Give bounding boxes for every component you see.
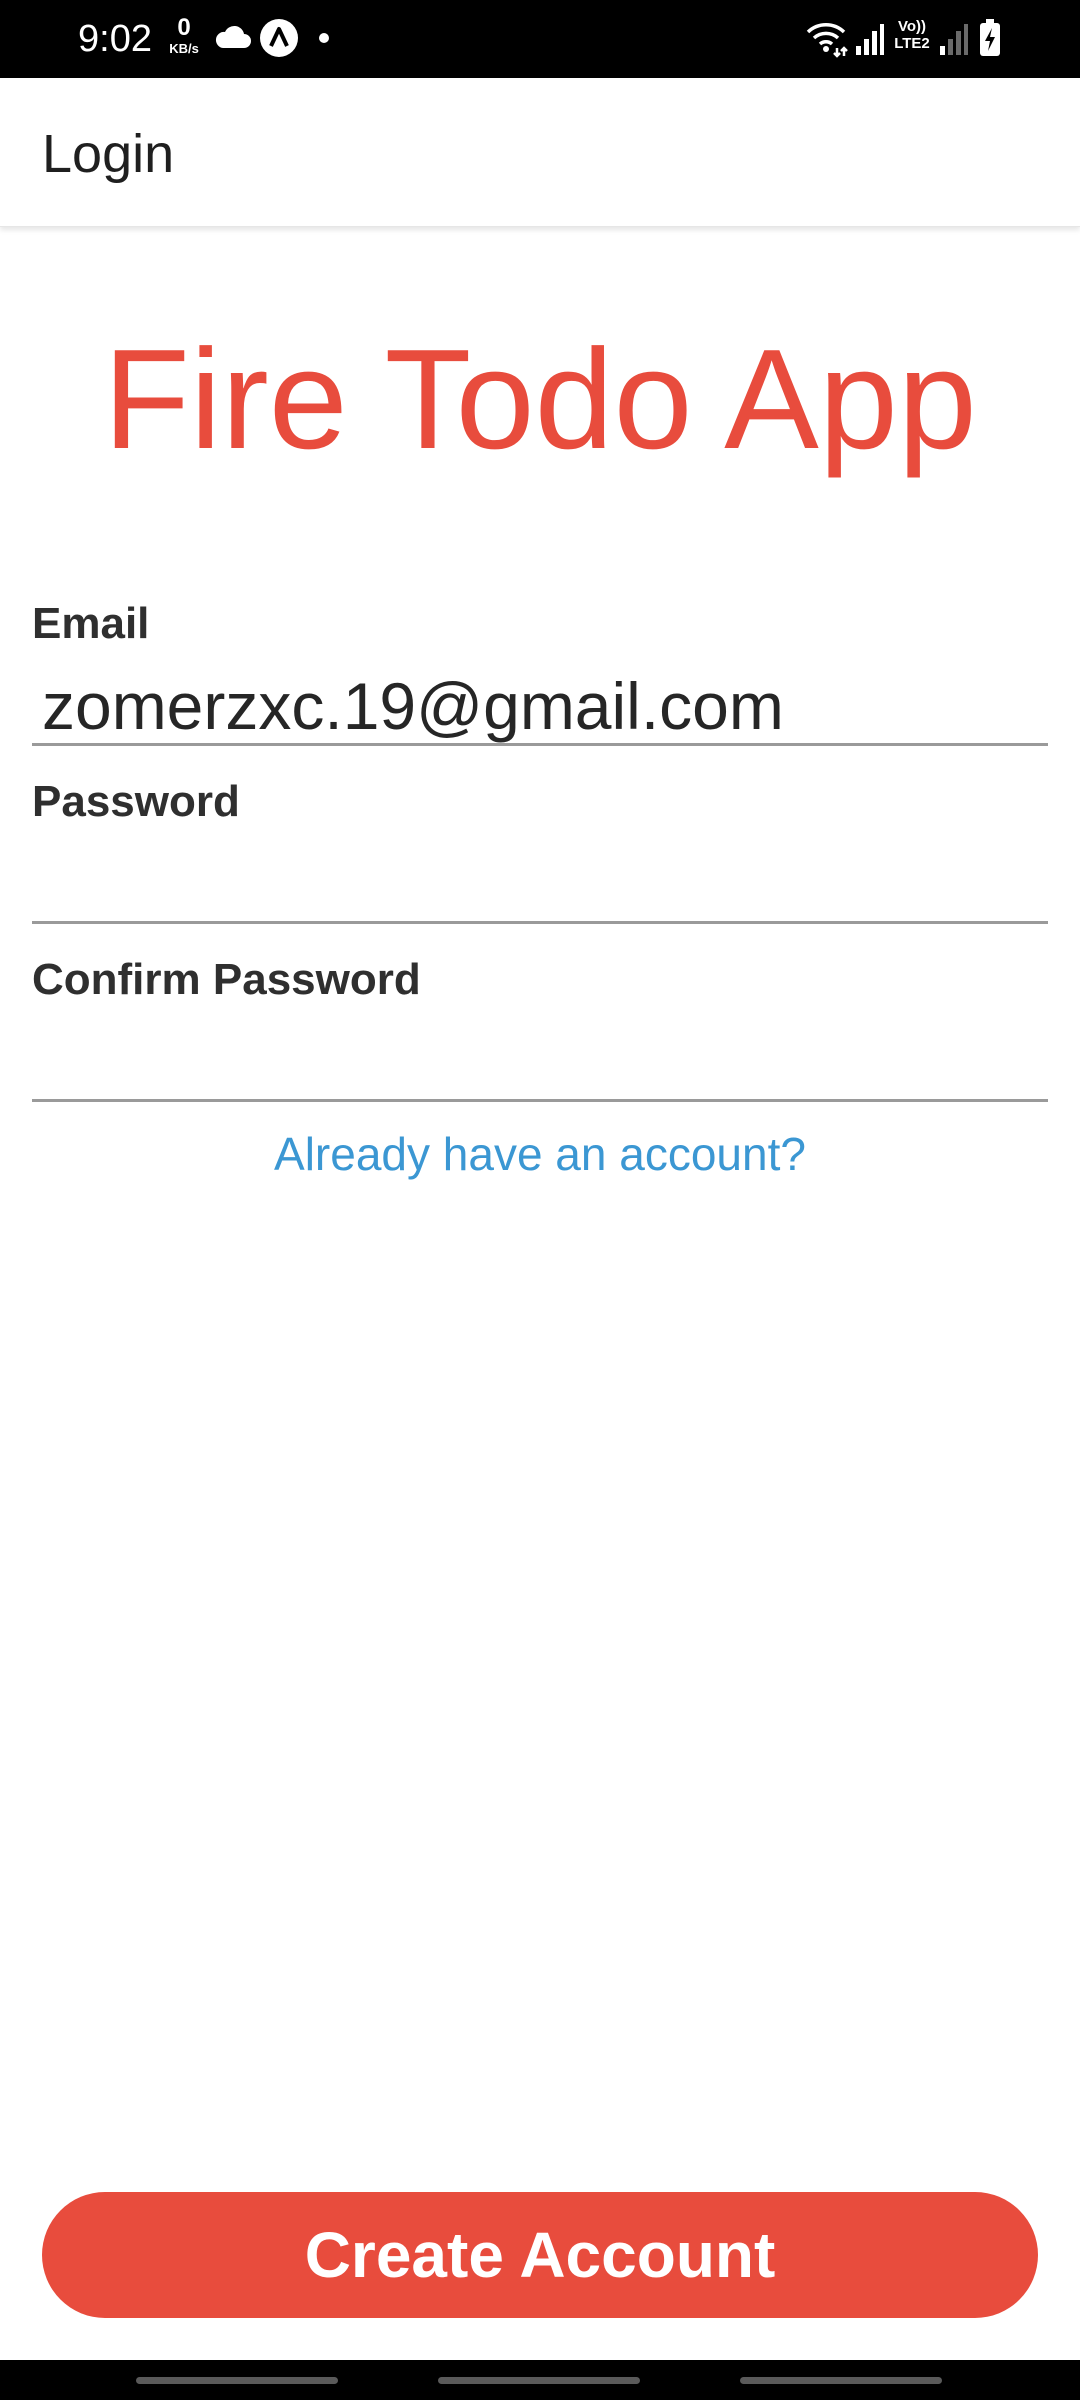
network-speed: 0 KB/s (162, 14, 206, 56)
status-bar: 9:02 0 KB/s Vo)) LTE2 (0, 0, 1080, 78)
app-bar-title: Login (42, 124, 175, 184)
confirm-password-input[interactable] (32, 1024, 1048, 1102)
battery-charging-icon (980, 19, 1000, 56)
create-account-button[interactable]: Create Account (42, 2192, 1038, 2318)
nav-recents-indicator[interactable] (136, 2377, 338, 2384)
email-input[interactable] (32, 668, 1048, 746)
volte-label-top: Vo)) (897, 18, 927, 35)
nav-back-indicator[interactable] (740, 2377, 942, 2384)
signal-icon (856, 24, 884, 55)
password-input[interactable] (32, 846, 1048, 924)
wifi-icon (806, 23, 848, 58)
status-time: 9:02 (78, 18, 152, 60)
volte-label: Vo)) LTE2 (890, 18, 934, 52)
dot-icon (319, 33, 329, 43)
network-speed-unit: KB/s (169, 41, 199, 56)
app-notification-icon (260, 19, 298, 57)
email-label: Email (32, 599, 150, 648)
cloud-icon (215, 25, 251, 48)
app-title: Fire Todo App (103, 320, 977, 479)
login-link[interactable]: Already have an account? (0, 1126, 1080, 1182)
app-bar: Login (0, 78, 1080, 227)
navigation-bar (0, 2360, 1080, 2400)
network-speed-value: 0 (177, 14, 191, 41)
confirm-password-label: Confirm Password (32, 955, 421, 1004)
signal-weak-icon (940, 24, 968, 55)
password-label: Password (32, 777, 240, 826)
volte-label-bottom: LTE2 (894, 35, 930, 52)
nav-home-indicator[interactable] (438, 2377, 640, 2384)
